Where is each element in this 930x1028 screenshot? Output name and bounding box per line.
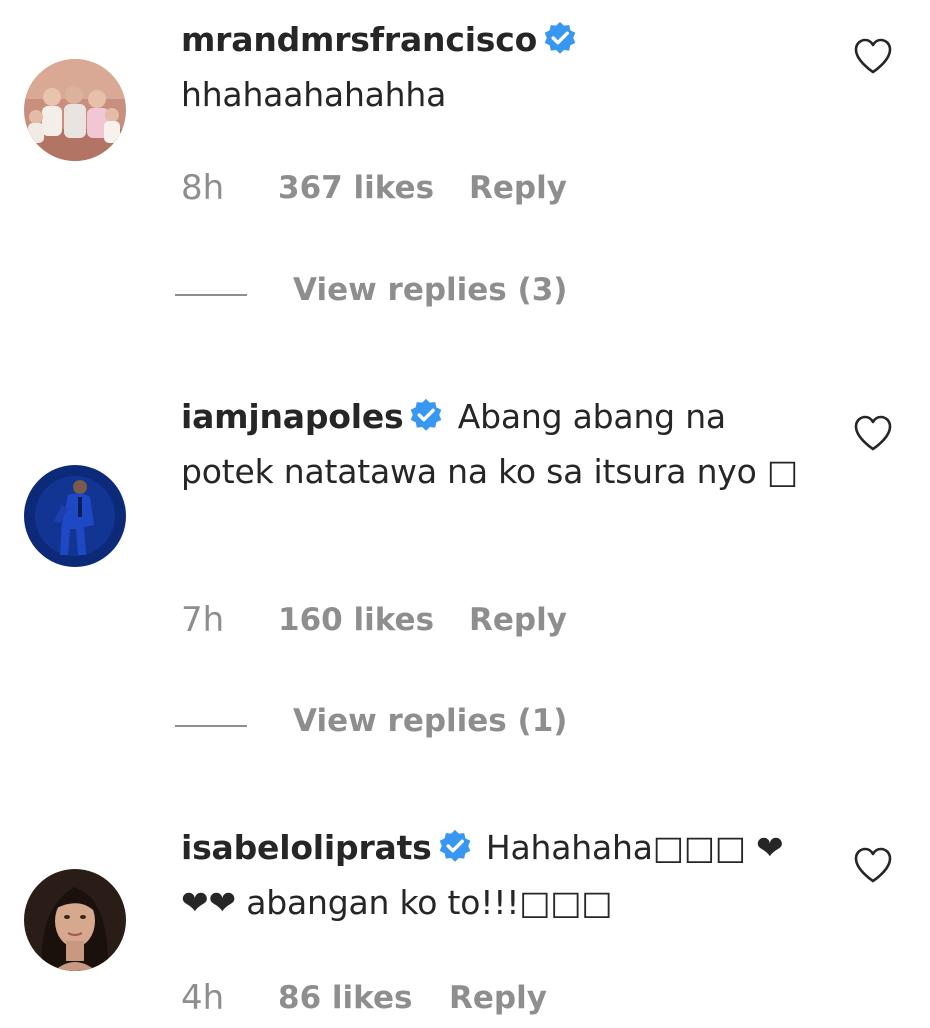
- view-replies-label: View replies (3): [293, 272, 568, 308]
- like-heart-icon[interactable]: [853, 37, 893, 75]
- avatar[interactable]: [24, 869, 126, 971]
- reply-button[interactable]: Reply: [469, 602, 567, 638]
- avatar[interactable]: [24, 465, 126, 567]
- comment-body: mrandmrsfrancisco hhahaahahahha: [181, 12, 801, 122]
- verified-badge-icon: [409, 398, 443, 432]
- verified-badge-icon: [543, 21, 577, 55]
- username[interactable]: isabeloliprats: [181, 828, 432, 867]
- comment-timestamp: 7h: [181, 600, 225, 640]
- view-replies-label: View replies (1): [293, 703, 568, 739]
- family-photo-avatar-icon: [24, 59, 126, 161]
- avatar[interactable]: [24, 59, 126, 161]
- username[interactable]: mrandmrsfrancisco: [181, 20, 537, 59]
- comment-body: isabeloliprats Hahahaha□□□ ❤❤❤ abangan k…: [181, 820, 801, 930]
- reply-button[interactable]: Reply: [449, 980, 547, 1016]
- reply-button[interactable]: Reply: [469, 170, 567, 206]
- comment-body: iamjnapoles Abang abang na potek natataw…: [181, 389, 801, 499]
- like-heart-icon[interactable]: [853, 414, 893, 452]
- man-in-blue-suit-avatar-icon: [24, 465, 126, 567]
- like-heart-icon[interactable]: [853, 846, 893, 884]
- comment-text: hhahaahahahha: [181, 75, 447, 114]
- divider-line: [175, 725, 247, 727]
- likes-count[interactable]: 367 likes: [278, 170, 434, 206]
- likes-count[interactable]: 160 likes: [278, 602, 434, 638]
- verified-badge-icon: [438, 829, 472, 863]
- comment-timestamp: 8h: [181, 168, 225, 208]
- username[interactable]: iamjnapoles: [181, 397, 404, 436]
- woman-portrait-avatar-icon: [24, 869, 126, 971]
- divider-line: [175, 294, 247, 296]
- comment-timestamp: 4h: [181, 978, 225, 1018]
- likes-count[interactable]: 86 likes: [278, 980, 412, 1016]
